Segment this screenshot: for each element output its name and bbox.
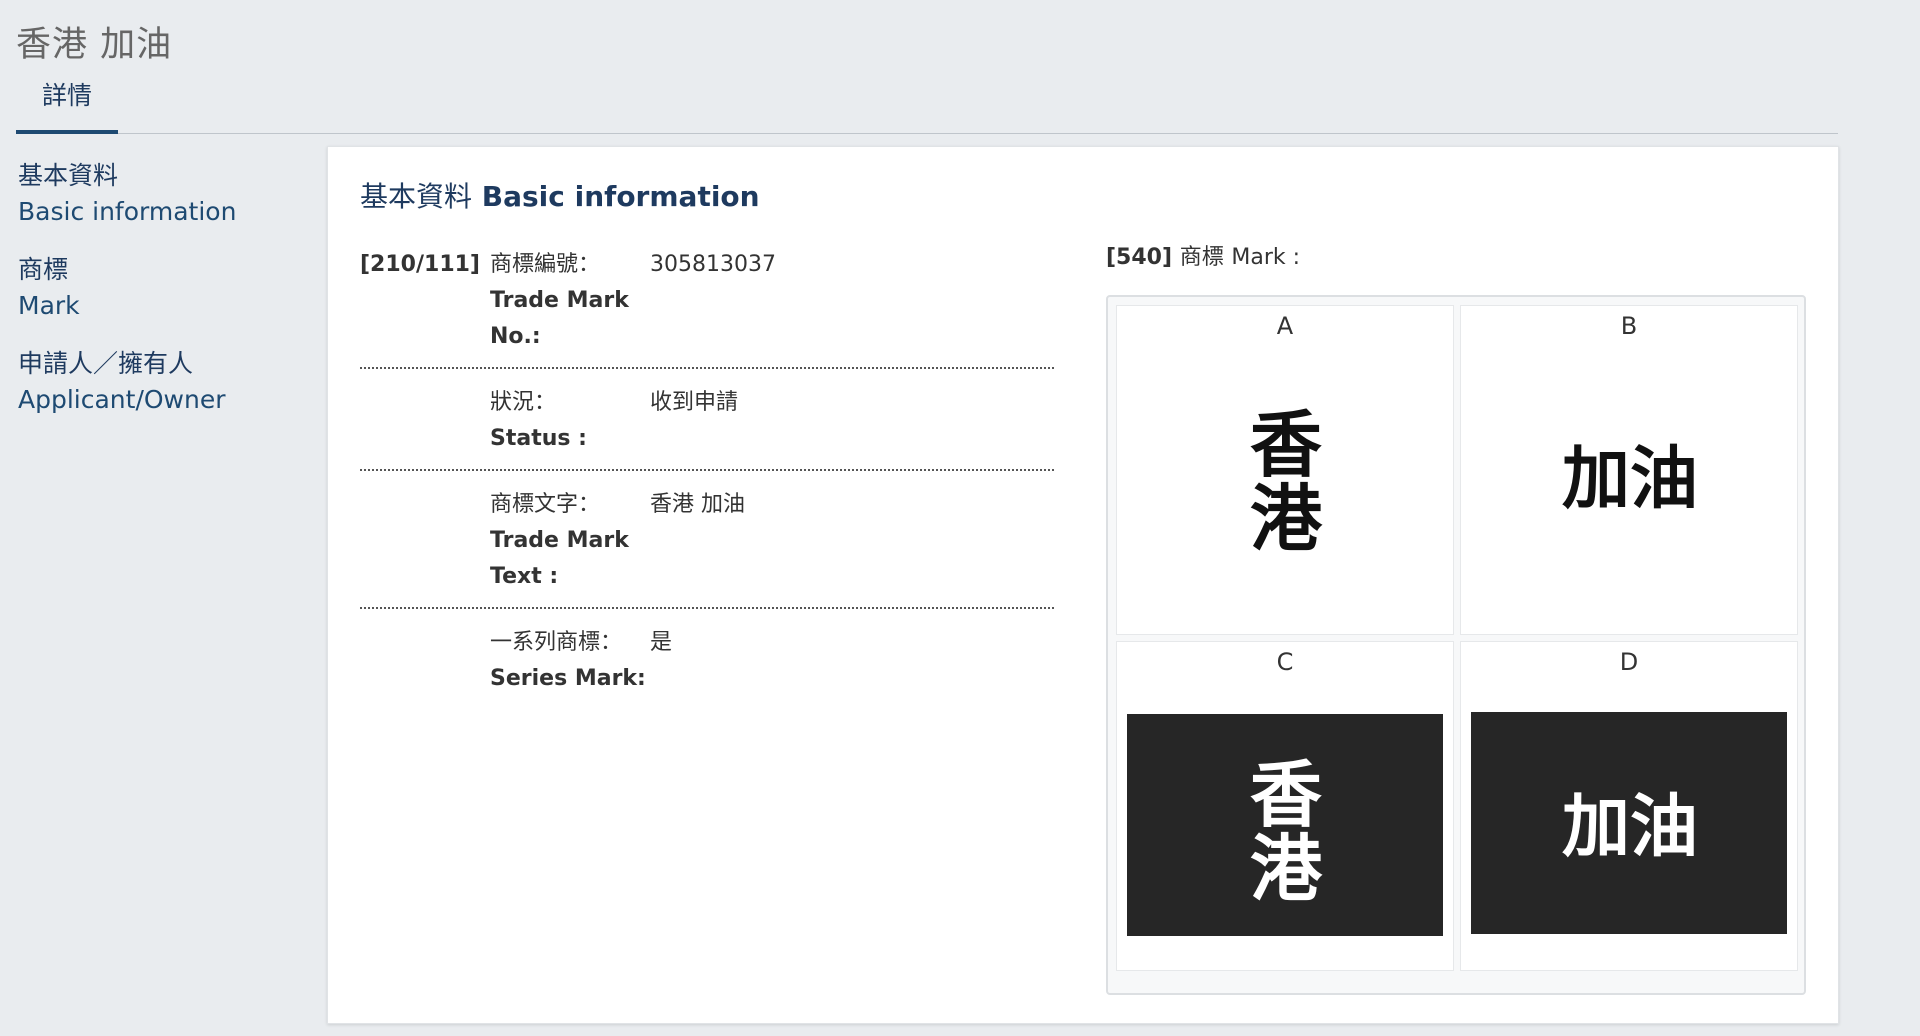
field-value: 305813037 [650, 252, 776, 277]
mark-a-text-top: 香 [1250, 402, 1322, 487]
sidebar-item-label-en: Mark [18, 291, 80, 320]
mark-artwork: 加油 [1461, 710, 1797, 936]
card-title-en: Basic information [481, 180, 760, 213]
tab-details[interactable]: 詳情 [16, 78, 118, 134]
sidebar-item-label-zh: 申請人／擁有人 [18, 349, 194, 378]
sidebar-item-applicant-owner[interactable]: 申請人／擁有人 Applicant/Owner [18, 346, 298, 418]
mark-image-c[interactable]: C 香 港 [1116, 641, 1454, 971]
mark-c-text-top: 香 [1250, 752, 1322, 837]
sidebar-item-mark[interactable]: 商標 Mark [18, 252, 298, 324]
info-row-status: 狀況： Status : 收到申請 [360, 385, 1054, 471]
field-label-en: Series Mark: [490, 666, 646, 691]
info-row-trade-mark-text: 商標文字： Trade Mark Text : 香港 加油 [360, 487, 1054, 609]
mark-d-text: 加油 [1562, 787, 1698, 867]
mark-image-b[interactable]: B 加油 [1460, 305, 1798, 635]
field-value: 香港 加油 [650, 492, 745, 517]
sidebar-item-label-en: Applicant/Owner [18, 385, 226, 414]
field-label: 一系列商標： Series Mark: [490, 625, 650, 697]
mark-b-text: 加油 [1562, 439, 1698, 519]
page-title: 香港 加油 [16, 25, 173, 65]
field-value: 是 [650, 630, 673, 655]
mark-c-text-bottom: 港 [1250, 826, 1323, 911]
field-label-en: Status : [490, 426, 587, 451]
mark-image-d[interactable]: D 加油 [1460, 641, 1798, 971]
info-table: [210/111] 商標編號： Trade Mark No.: 30581303… [360, 247, 1054, 725]
mark-artwork: 香 港 [1117, 402, 1453, 562]
mark-artwork: 香 港 [1117, 712, 1453, 938]
mark-c-graphic: 香 港 [1127, 714, 1443, 936]
mark-letter: D [1619, 648, 1639, 676]
info-row-series-mark: 一系列商標： Series Mark: 是 [360, 625, 1054, 709]
field-label: 商標編號： Trade Mark No.: [490, 247, 650, 355]
field-code: [210/111] [360, 252, 480, 277]
mark-images-panel: A 香 港 B 加油 C 香 港 D 加油 [1106, 295, 1806, 995]
mark-artwork: 加油 [1461, 436, 1797, 526]
mark-a-graphic: 香 港 [1250, 402, 1323, 561]
sidebar-item-basic-information[interactable]: 基本資料 Basic information [18, 158, 298, 230]
field-label: 狀況： Status : [490, 385, 650, 457]
tab-bar: 詳情 [16, 78, 1838, 134]
field-value: 收到申請 [650, 390, 739, 415]
field-label-zh: 狀況： [490, 390, 557, 415]
field-label-en: Trade Mark No.: [490, 288, 629, 349]
mark-label-zh: 商標 [1179, 245, 1224, 270]
mark-label-code: [540] [1106, 245, 1173, 270]
field-label-zh: 一系列商標： [490, 630, 623, 655]
field-label-zh: 商標文字： [490, 492, 601, 517]
field-label-zh: 商標編號： [490, 252, 601, 277]
mark-label-en: Mark : [1231, 245, 1301, 270]
mark-letter: B [1620, 312, 1638, 340]
mark-b-graphic: 加油 [1562, 439, 1698, 519]
mark-letter: C [1276, 648, 1294, 676]
field-label-en: Trade Mark Text : [490, 528, 629, 589]
basic-information-card: 基本資料 Basic information [210/111] 商標編號： T… [327, 146, 1839, 1024]
mark-d-graphic: 加油 [1471, 712, 1787, 934]
sidebar-item-label-zh: 商標 [18, 255, 69, 284]
mark-grid: A 香 港 B 加油 C 香 港 D 加油 [1116, 305, 1798, 971]
mark-image-a[interactable]: A 香 港 [1116, 305, 1454, 635]
mark-letter: A [1276, 312, 1294, 340]
card-title-zh: 基本資料 [360, 180, 473, 213]
sidebar-nav: 基本資料 Basic information 商標 Mark 申請人／擁有人 A… [18, 158, 298, 440]
sidebar-item-label-en: Basic information [18, 197, 237, 226]
info-row-trade-mark-no: [210/111] 商標編號： Trade Mark No.: 30581303… [360, 247, 1054, 369]
sidebar-item-label-zh: 基本資料 [18, 161, 119, 190]
field-label: 商標文字： Trade Mark Text : [490, 487, 650, 595]
mark-a-text-bottom: 港 [1250, 476, 1323, 561]
page: 香港 加油 詳情 基本資料 Basic information 商標 Mark … [0, 0, 1920, 1036]
mark-label: [540] 商標 Mark : [1106, 239, 1300, 271]
card-title: 基本資料 Basic information [360, 175, 760, 215]
